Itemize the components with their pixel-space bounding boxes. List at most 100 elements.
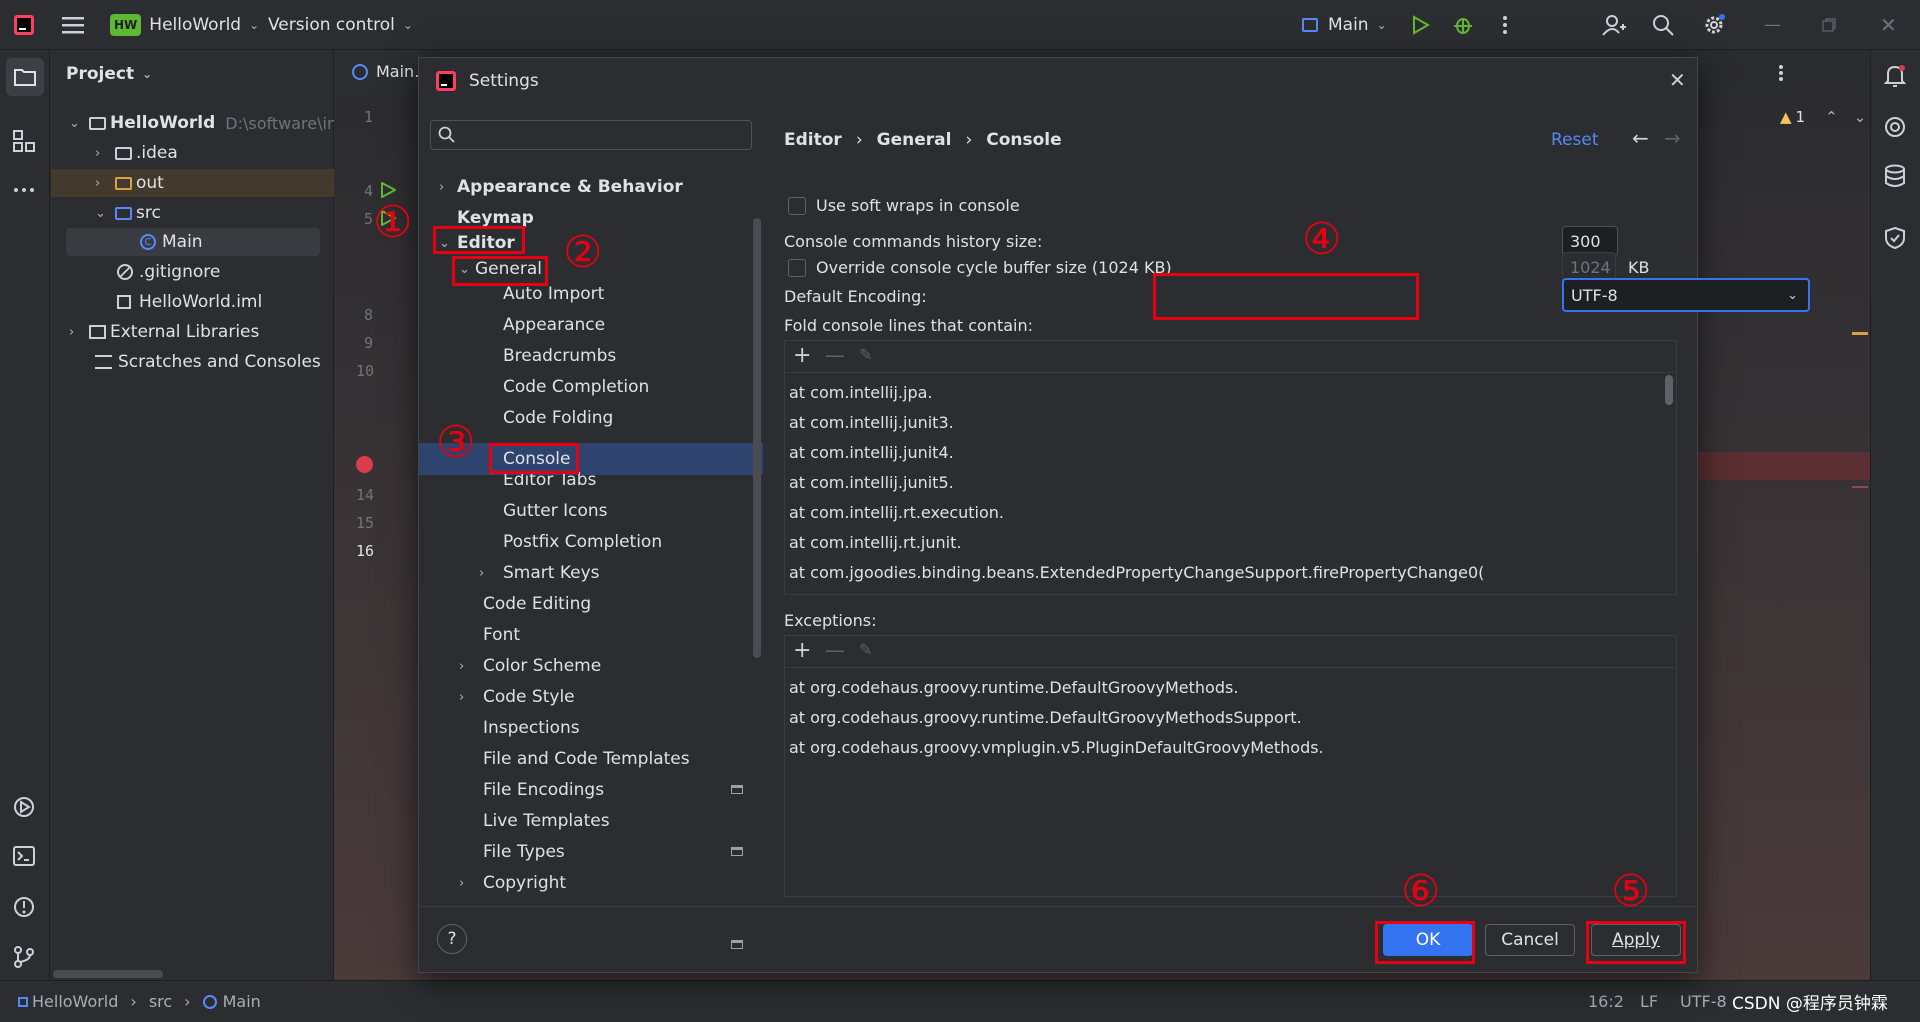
- tree-item-out[interactable]: › out: [51, 169, 334, 197]
- debug-icon[interactable]: [1452, 0, 1474, 50]
- git-tool-icon[interactable]: [13, 946, 35, 973]
- soft-wraps-checkbox[interactable]: [788, 197, 806, 215]
- edit-pencil-icon[interactable]: ✎: [859, 345, 872, 364]
- nav-color-scheme[interactable]: › Color Scheme: [459, 651, 601, 681]
- line-number: 8: [364, 306, 374, 324]
- notifications-icon[interactable]: [1883, 64, 1907, 93]
- nav-code-editing[interactable]: Code Editing: [483, 589, 591, 619]
- list-item[interactable]: at com.intellij.jpa.: [789, 383, 932, 402]
- encoding-select[interactable]: UTF-8 ⌄: [1562, 278, 1810, 312]
- main-menu-icon[interactable]: [62, 0, 84, 50]
- project-tool-icon[interactable]: [6, 58, 44, 96]
- run-config-selector[interactable]: Main ⌄: [1302, 0, 1387, 50]
- reset-link[interactable]: Reset: [1551, 130, 1599, 150]
- security-shield-icon[interactable]: [1884, 226, 1906, 255]
- close-icon[interactable]: ✕: [1669, 68, 1686, 92]
- nav-file-types[interactable]: File Types: [483, 837, 565, 867]
- chevron-right-icon: ›: [69, 324, 75, 340]
- nav-copyright[interactable]: › Copyright: [459, 868, 566, 898]
- project-switcher[interactable]: HW HelloWorld ⌄: [110, 0, 259, 50]
- more-tabs-icon[interactable]: [1778, 64, 1784, 87]
- encoding-value: UTF-8: [1571, 285, 1618, 305]
- tree-item-gitignore[interactable]: .gitignore: [117, 258, 220, 286]
- list-item[interactable]: at com.intellij.junit5.: [789, 473, 954, 492]
- scroll-marker: [1852, 332, 1868, 335]
- list-item[interactable]: at com.jgoodies.binding.beans.ExtendedPr…: [789, 563, 1484, 582]
- more-tools-icon[interactable]: [13, 178, 35, 198]
- database-icon[interactable]: [1884, 164, 1906, 193]
- nav-smart-keys[interactable]: › Smart Keys: [479, 558, 600, 588]
- settings-gear-icon[interactable]: [1702, 0, 1726, 50]
- edit-pencil-icon[interactable]: ✎: [859, 640, 872, 659]
- settings-dialog: Settings ✕ › Appearance & Behavior Keymap…: [418, 57, 1810, 973]
- more-actions-icon[interactable]: [1502, 0, 1508, 50]
- caret-position[interactable]: 16:2: [1588, 981, 1624, 1022]
- nav-breadcrumbs[interactable]: Breadcrumbs: [503, 341, 616, 371]
- tree-item-main[interactable]: C Main: [66, 228, 320, 256]
- nav-label: Font: [483, 625, 521, 645]
- search-icon[interactable]: [1652, 0, 1674, 50]
- list-item[interactable]: at com.intellij.junit4.: [789, 443, 954, 462]
- nav-gutter-icons[interactable]: Gutter Icons: [503, 496, 608, 526]
- line-separator[interactable]: LF: [1640, 981, 1658, 1022]
- status-breadcrumb[interactable]: HelloWorld › src › Main: [18, 981, 261, 1022]
- list-item[interactable]: at org.codehaus.groovy.runtime.DefaultGr…: [789, 678, 1238, 697]
- list-item[interactable]: at org.codehaus.groovy.runtime.DefaultGr…: [789, 708, 1302, 727]
- editor-tab[interactable]: Main.: [334, 50, 419, 94]
- list-item[interactable]: at com.intellij.rt.junit.: [789, 533, 961, 552]
- restore-icon[interactable]: [1822, 0, 1836, 50]
- run-icon[interactable]: [1410, 0, 1430, 50]
- cancel-button[interactable]: Cancel: [1485, 924, 1575, 956]
- remove-icon[interactable]: —: [825, 638, 845, 662]
- nav-code-completion[interactable]: Code Completion: [503, 372, 649, 402]
- tree-item-helloworld[interactable]: ⌄ HelloWorld D:\software\ins: [69, 109, 345, 137]
- list-item[interactable]: at com.intellij.rt.execution.: [789, 503, 1004, 522]
- chevron-down-icon: ⌄: [1787, 287, 1798, 303]
- encoding-label: Default Encoding:: [784, 287, 927, 306]
- services-tool-icon[interactable]: [13, 796, 35, 823]
- inspection-widget[interactable]: ▲ 1 ⌃ ⌄: [1780, 108, 1866, 126]
- close-window-icon[interactable]: ✕: [1880, 0, 1897, 50]
- tree-item-src[interactable]: ⌄ src: [95, 199, 161, 227]
- nav-scrollbar[interactable]: [753, 218, 761, 658]
- nav-file-code-templates[interactable]: File and Code Templates: [483, 744, 690, 774]
- ai-assistant-icon[interactable]: [1884, 116, 1906, 143]
- vcs-menu[interactable]: Version control ⌄: [268, 0, 413, 50]
- list-item[interactable]: at com.intellij.junit3.: [789, 413, 954, 432]
- back-arrow-icon[interactable]: ←: [1632, 126, 1649, 150]
- fold-list-scrollbar[interactable]: [1665, 375, 1673, 405]
- terminal-tool-icon[interactable]: [13, 846, 35, 871]
- add-icon[interactable]: +: [793, 343, 811, 368]
- tree-item-label: .idea: [136, 143, 178, 163]
- nav-inspections[interactable]: Inspections: [483, 713, 580, 743]
- add-user-icon[interactable]: [1602, 0, 1626, 50]
- nav-appearance-behavior[interactable]: › Appearance & Behavior: [439, 172, 683, 202]
- nav-code-style[interactable]: › Code Style: [459, 682, 575, 712]
- nav-appearance[interactable]: Appearance: [503, 310, 605, 340]
- remove-icon[interactable]: —: [825, 343, 845, 367]
- nav-file-encodings[interactable]: File Encodings: [483, 775, 604, 805]
- file-encoding[interactable]: UTF-8: [1680, 981, 1727, 1022]
- override-buffer-checkbox[interactable]: [788, 259, 806, 277]
- list-item[interactable]: at org.codehaus.groovy.vmplugin.v5.Plugi…: [789, 738, 1324, 757]
- nav-font[interactable]: Font: [483, 620, 520, 650]
- help-button[interactable]: ?: [437, 924, 467, 954]
- nav-postfix-completion[interactable]: Postfix Completion: [503, 527, 662, 557]
- tree-item-idea[interactable]: › .idea: [95, 139, 178, 167]
- project-panel-title[interactable]: Project ⌄: [66, 64, 152, 84]
- breakpoint-icon[interactable]: [356, 456, 373, 473]
- horizontal-scrollbar[interactable]: [53, 970, 163, 978]
- forward-arrow-icon[interactable]: →: [1664, 126, 1681, 150]
- add-icon[interactable]: +: [793, 638, 811, 663]
- tree-item-iml[interactable]: HelloWorld.iml: [117, 288, 262, 316]
- ignore-file-icon: [117, 264, 133, 280]
- chevron-right-icon: ›: [95, 175, 101, 191]
- nav-code-folding[interactable]: Code Folding: [503, 403, 613, 433]
- minimize-icon[interactable]: —: [1764, 0, 1781, 50]
- tree-item-external-libraries[interactable]: › External Libraries: [69, 318, 259, 346]
- tree-item-scratches[interactable]: Scratches and Consoles: [95, 348, 321, 376]
- structure-tool-icon[interactable]: [13, 130, 35, 157]
- search-input[interactable]: [430, 120, 752, 150]
- problems-tool-icon[interactable]: [13, 896, 35, 923]
- nav-live-templates[interactable]: Live Templates: [483, 806, 610, 836]
